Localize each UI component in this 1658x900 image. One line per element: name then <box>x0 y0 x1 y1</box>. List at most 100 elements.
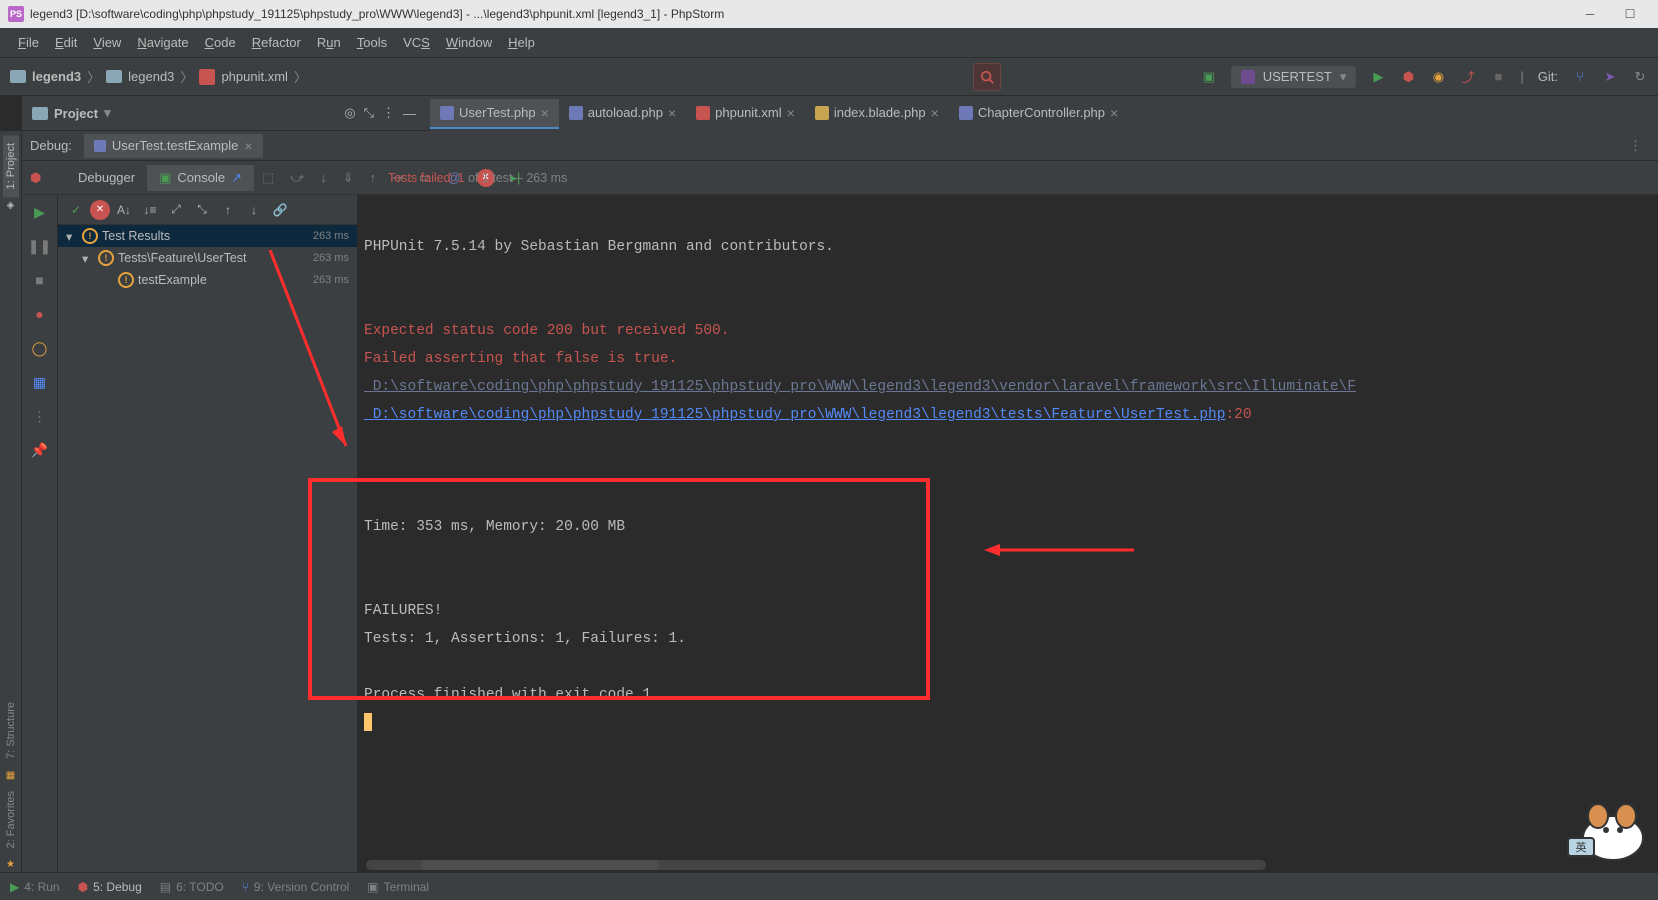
rerun-icon[interactable]: ▶ <box>31 203 49 221</box>
layout-icon[interactable]: ▦ <box>31 373 49 391</box>
main-menubar: File Edit View Navigate Code Refactor Ru… <box>0 28 1658 58</box>
menu-run[interactable]: Run <box>309 31 349 54</box>
mute-icon[interactable]: ◯ <box>31 339 49 357</box>
console-line: Time: 353 ms, Memory: 20.00 MB <box>364 519 625 535</box>
statusbar-terminal[interactable]: ▣Terminal <box>367 880 429 894</box>
run-config-selector[interactable]: USERTEST ▾ <box>1231 66 1357 88</box>
statusbar-debug[interactable]: ⬢5: Debug <box>78 880 142 894</box>
menu-edit[interactable]: Edit <box>47 31 85 54</box>
console-line: FAILURES! <box>364 603 442 619</box>
menu-code[interactable]: Code <box>197 31 244 54</box>
console-output[interactable]: PHPUnit 7.5.14 by Sebastian Bergmann and… <box>358 195 1658 872</box>
sort-duration-icon[interactable]: ↓≡ <box>138 198 162 222</box>
force-step-into-icon[interactable]: ⇓ <box>335 170 362 186</box>
hide-icon[interactable]: — <box>399 106 420 121</box>
profile-button[interactable]: ⤴ <box>1460 69 1476 85</box>
structure-icon[interactable]: ▦ <box>6 770 15 780</box>
next-icon[interactable]: ↓ <box>242 198 266 222</box>
menu-navigate[interactable]: Navigate <box>129 31 196 54</box>
more-icon[interactable]: ⋮ <box>1621 138 1650 154</box>
coverage-button[interactable]: ◉ <box>1430 69 1446 85</box>
tab-usertest[interactable]: UserTest.php × <box>430 99 559 129</box>
tree-row-results[interactable]: ▾ ! Test Results 263 ms <box>58 225 357 247</box>
statusbar-vcs[interactable]: ⑂9: Version Control <box>242 880 350 894</box>
menu-file[interactable]: File <box>10 31 47 54</box>
filter-failed-icon[interactable]: ✕ <box>90 200 110 220</box>
settings-icon[interactable]: ⋮ <box>31 407 49 425</box>
close-icon[interactable]: × <box>668 105 676 121</box>
window-maximize-button[interactable]: ☐ <box>1610 7 1650 21</box>
step-over-icon[interactable]: ⤻ <box>282 170 312 186</box>
pin-icon[interactable]: 📌 <box>31 441 49 459</box>
breadcrumb-item[interactable]: legend3 <box>128 69 174 84</box>
terminal-icon[interactable]: ▣ <box>1201 69 1217 85</box>
stop-button[interactable]: ■ <box>1490 69 1506 85</box>
sidebar-tab-structure[interactable]: 7: Structure <box>3 694 19 767</box>
window-title: legend3 [D:\software\coding\php\phpstudy… <box>30 7 724 21</box>
step-icon[interactable]: ⬚ <box>254 170 282 186</box>
menu-vcs[interactable]: VCS <box>395 31 438 54</box>
open-external-icon[interactable]: ↗ <box>231 170 242 186</box>
menu-help[interactable]: Help <box>500 31 543 54</box>
collapse-icon[interactable]: ⤡ <box>190 198 214 222</box>
step-into-icon[interactable]: ↓ <box>312 170 335 185</box>
statusbar-run[interactable]: ▶4: Run <box>10 880 60 894</box>
menu-view[interactable]: View <box>85 31 129 54</box>
debug-button[interactable]: ⬢ <box>1400 69 1416 85</box>
filter-passed-icon[interactable]: ✓ <box>64 198 88 222</box>
expand-icon[interactable]: ⤢ <box>164 198 188 222</box>
console-link[interactable]: D:\software\coding\php\phpstudy_191125\p… <box>364 379 1356 395</box>
git-branch-icon[interactable]: ⑂ <box>1572 69 1588 85</box>
search-button[interactable] <box>973 63 1001 91</box>
close-icon[interactable]: × <box>541 105 549 121</box>
git-update-icon[interactable]: ↻ <box>1632 69 1648 85</box>
tree-row-testexample[interactable]: ! testExample 263 ms <box>58 269 357 291</box>
run-button[interactable]: ▶ <box>1370 69 1386 85</box>
close-icon[interactable]: × <box>244 138 252 154</box>
settings-icon[interactable]: ⋮ <box>378 105 399 121</box>
horizontal-scrollbar[interactable] <box>366 860 1266 870</box>
test-config-icon <box>1241 70 1255 84</box>
close-icon[interactable]: × <box>1110 105 1118 121</box>
pause-icon[interactable]: ❚❚ <box>31 237 49 255</box>
link-icon[interactable]: 🔗 <box>268 198 292 222</box>
sort-icon[interactable]: A↓ <box>112 198 136 222</box>
star-icon[interactable]: ★ <box>6 859 15 869</box>
close-icon[interactable]: × <box>931 105 939 121</box>
menu-window[interactable]: Window <box>438 31 500 54</box>
window-minimize-button[interactable]: ─ <box>1570 7 1610 21</box>
console-link[interactable]: D:\software\coding\php\phpstudy_191125\p… <box>364 407 1225 423</box>
sidebar-tab-favorites[interactable]: 2: Favorites <box>3 783 19 856</box>
php-file-icon <box>569 106 583 120</box>
git-label: Git: <box>1538 69 1558 84</box>
breakpoint-icon[interactable]: ● <box>31 305 49 323</box>
breadcrumb-item[interactable]: phpunit.xml <box>221 69 287 84</box>
tab-phpunit[interactable]: phpunit.xml × <box>686 99 805 129</box>
console-tab[interactable]: ▣ Console ↗ <box>147 165 254 191</box>
close-icon[interactable]: × <box>787 105 795 121</box>
bookmark-icon[interactable]: ◈ <box>7 200 15 210</box>
chevron-down-icon: ▾ <box>66 229 78 244</box>
tab-chaptercontroller[interactable]: ChapterController.php × <box>949 99 1128 129</box>
statusbar-todo[interactable]: ▤6: TODO <box>160 880 224 894</box>
collapse-icon[interactable]: ⤡ <box>360 105 378 121</box>
stop-icon[interactable]: ■ <box>31 271 49 289</box>
menu-tools[interactable]: Tools <box>349 31 395 54</box>
bug-icon[interactable]: ⬢ <box>30 170 41 185</box>
git-commit-icon[interactable]: ➤ <box>1602 69 1618 85</box>
tab-autoload[interactable]: autoload.php × <box>559 99 686 129</box>
locate-icon[interactable]: ◎ <box>340 105 359 121</box>
breadcrumb-item[interactable]: legend3 <box>32 69 81 84</box>
folder-icon <box>106 70 122 83</box>
debug-run-tab[interactable]: UserTest.testExample × <box>84 134 263 158</box>
project-label[interactable]: Project <box>54 106 98 121</box>
status-bar: ▶4: Run ⬢5: Debug ▤6: TODO ⑂9: Version C… <box>0 872 1658 900</box>
tree-row-usertest[interactable]: ▾ ! Tests\Feature\UserTest 263 ms <box>58 247 357 269</box>
prev-icon[interactable]: ↑ <box>216 198 240 222</box>
breadcrumb[interactable]: legend3 〉 legend3 〉 phpunit.xml 〉 <box>10 67 307 86</box>
tab-indexblade[interactable]: index.blade.php × <box>805 99 949 129</box>
menu-refactor[interactable]: Refactor <box>244 31 309 54</box>
debugger-tab[interactable]: Debugger <box>66 165 147 191</box>
sidebar-tab-project[interactable]: 1: Project <box>3 135 19 197</box>
chevron-down-icon[interactable]: ▾ <box>104 105 111 121</box>
